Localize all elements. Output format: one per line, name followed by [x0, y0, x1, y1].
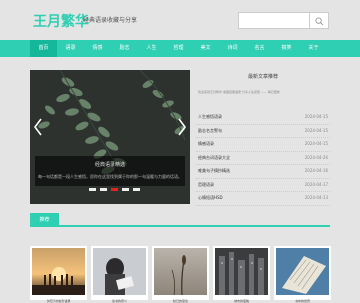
site-slogan: 经典语录收藏与分享 [83, 17, 138, 24]
list-item[interactable]: 经典台词语录大全 2024-04-26 [196, 152, 330, 165]
section-tab[interactable]: 推荐 [30, 213, 59, 227]
search-icon [315, 17, 324, 26]
nav-item[interactable]: 语录 [57, 40, 84, 57]
sidebar-notice: 欢迎来到王月繁华 收藏经典语录 分享人生感悟 —— 每日更新 [198, 90, 280, 94]
list-item-title[interactable]: 哲理语录 [198, 182, 214, 188]
list-item[interactable]: 哲理语录 2024-04-17 [196, 179, 330, 192]
image-slider[interactable]: 经典语录精选 每一句话都是一段人生感悟，愿你在这里找到属于你的那一句温暖与力量的… [30, 70, 190, 204]
list-item-title[interactable]: 唯美句子摘抄精选 [198, 168, 230, 174]
list-item-title[interactable]: 人生感悟语录 [198, 114, 222, 120]
list-item-title[interactable]: 心情短语HSD [198, 195, 223, 201]
slider-next-button[interactable] [178, 118, 186, 136]
thumbnail-image [93, 248, 146, 295]
slider-dot[interactable] [122, 188, 129, 191]
sidebar-title: 最新文章推荐 [247, 74, 278, 80]
thumbnail-card[interactable]: 城市的夜晚 [213, 246, 270, 303]
nav-item[interactable]: 哲理 [165, 40, 192, 57]
slide-title: 经典语录精选 [94, 162, 125, 168]
sidebar-article-list: 人生感悟语录 2024-04-15 励志名言警句 2024-04-15 情感语录… [196, 111, 330, 206]
chevron-left-icon [34, 118, 42, 136]
slide-description: 每一句话都是一段人生感悟，愿你在这里找到属于你的那一句温暖与力量的话语。 [38, 174, 182, 179]
nav-item[interactable]: 励志 [111, 40, 138, 57]
slider-dot[interactable] [89, 188, 96, 191]
nav-item[interactable]: 情感 [84, 40, 111, 57]
list-item-title[interactable]: 情感语录 [198, 141, 214, 147]
thumbnail-image [32, 248, 85, 295]
nav-item[interactable]: 诗词 [219, 40, 246, 57]
nav-item[interactable]: 搞笑 [273, 40, 300, 57]
list-item-date: 2024-04-15 [304, 141, 328, 146]
thumbnail-card[interactable]: 书中的世界 [274, 246, 331, 303]
slider-dot[interactable] [100, 188, 107, 191]
nav-item-home[interactable]: 首页 [30, 40, 57, 57]
list-item-title[interactable]: 经典台词语录大全 [198, 155, 230, 161]
main-nav: 首页 语录 情感 励志 人生 哲理 美文 诗词 名言 搞笑 关于 [0, 40, 360, 57]
slider-dot[interactable] [133, 188, 140, 191]
thumbnail-image [276, 248, 329, 295]
list-item[interactable]: 心情短语HSD 2024-04-13 [196, 192, 330, 206]
search-input[interactable] [238, 12, 310, 29]
nav-item[interactable]: 关于 [300, 40, 327, 57]
slide-caption: 经典语录精选 每一句话都是一段人生感悟，愿你在这里找到属于你的那一句温暖与力量的… [35, 156, 185, 186]
thumbnail-image [154, 248, 207, 296]
thumbnail-card[interactable]: 夕阳下的剪影语录 [30, 246, 87, 303]
list-item-title[interactable]: 励志名言警句 [198, 128, 222, 134]
list-item[interactable]: 唯美句子摘抄精选 2024-04-16 [196, 165, 330, 179]
list-item-date: 2024-04-15 [304, 127, 328, 133]
search-button[interactable] [310, 12, 329, 29]
list-item-date: 2024-04-13 [304, 195, 328, 200]
list-item-date: 2024-04-26 [304, 154, 328, 160]
nav-item[interactable]: 名言 [246, 40, 273, 57]
slider-dot-active[interactable] [111, 188, 118, 191]
list-item-date: 2024-04-15 [304, 114, 328, 119]
section-header: 推荐 [30, 213, 330, 227]
chevron-right-icon [178, 118, 186, 136]
thumbnail-card[interactable]: 秋日的思念 [152, 246, 209, 303]
list-item[interactable]: 情感语录 2024-04-15 [196, 138, 330, 152]
thumbnail-image [215, 248, 268, 295]
nav-item[interactable]: 人生 [138, 40, 165, 57]
list-item[interactable]: 励志名言警句 2024-04-15 [196, 125, 330, 138]
site-header: 王月繁华 经典语录收藏与分享 [0, 0, 360, 40]
nav-item[interactable]: 美文 [192, 40, 219, 57]
thumbnail-card[interactable]: 读书的意义 [91, 246, 148, 303]
list-item-date: 2024-04-16 [304, 168, 328, 173]
site-logo[interactable]: 王月繁华 [33, 11, 89, 31]
slider-prev-button[interactable] [34, 118, 42, 136]
list-item[interactable]: 人生感悟语录 2024-04-15 [196, 111, 330, 125]
list-item-date: 2024-04-17 [304, 181, 328, 187]
